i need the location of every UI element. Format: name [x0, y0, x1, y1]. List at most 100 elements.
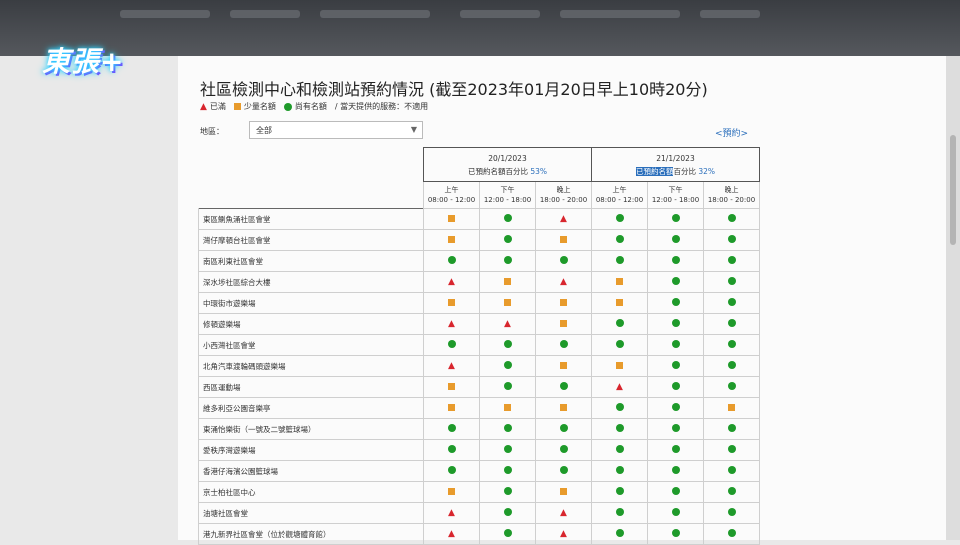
triangle-icon: ▲	[448, 319, 455, 329]
status-cell	[535, 481, 592, 503]
booking-link[interactable]: <預約>	[715, 126, 748, 139]
region-select[interactable]: 全部 ▼	[249, 121, 423, 139]
scrollbar[interactable]	[946, 56, 960, 540]
circle-icon	[503, 487, 512, 495]
status-cell	[703, 355, 760, 377]
circle-icon	[727, 277, 736, 285]
square-icon	[560, 487, 567, 495]
circle-icon	[559, 340, 568, 348]
table-row: 香港仔海濱公園籃球場	[198, 460, 760, 482]
status-cell	[703, 313, 760, 335]
center-name: 西區運動場	[198, 376, 424, 398]
triangle-icon: ▲	[616, 382, 623, 392]
center-name: 東涌怡樂街（一號及二號籃球場）	[198, 418, 424, 440]
circle-icon	[503, 424, 512, 432]
circle-icon	[671, 445, 680, 453]
broadcaster-watermark-logo: 東張+	[42, 45, 125, 78]
status-cell	[647, 292, 704, 314]
circle-icon	[447, 424, 456, 432]
status-cell	[591, 334, 648, 356]
status-cell	[591, 481, 648, 503]
square-icon	[448, 298, 455, 306]
square-icon	[233, 103, 241, 110]
circle-icon	[615, 529, 624, 537]
region-label: 地區：	[200, 127, 224, 136]
square-icon	[448, 214, 455, 222]
table-row: 愛秩序灣遊樂場	[198, 439, 760, 461]
circle-icon	[503, 235, 512, 243]
status-cell	[591, 502, 648, 524]
booked-pct: 53%	[530, 167, 548, 176]
circle-icon	[615, 319, 624, 327]
square-icon	[504, 298, 511, 306]
circle-icon	[671, 403, 680, 411]
circle-icon	[727, 361, 736, 369]
slot-period: 上午	[444, 186, 459, 194]
status-cell	[479, 229, 536, 251]
status-cell	[423, 292, 480, 314]
status-cell	[535, 250, 592, 272]
circle-icon	[615, 403, 624, 411]
blurred-tab	[560, 10, 680, 18]
booking-status-table: 20/1/2023 已預約名額百分比 53% 21/1/2023 已預約名額百分…	[198, 147, 760, 545]
circle-icon	[503, 361, 512, 369]
circle-icon	[727, 529, 736, 537]
circle-icon	[615, 256, 624, 264]
center-name: 灣仔摩頓台社區會堂	[198, 229, 424, 251]
status-cell: ▲	[479, 313, 536, 335]
center-name: 京士柏社區中心	[198, 481, 424, 503]
status-cell	[591, 355, 648, 377]
status-cell	[479, 523, 536, 545]
square-icon	[560, 235, 567, 243]
date-header-2: 21/1/2023 已預約名額百分比 32%	[591, 147, 760, 182]
circle-icon	[671, 424, 680, 432]
table-row: 東區鰂魚涌社區會堂 ▲	[198, 208, 760, 230]
status-cell	[647, 460, 704, 482]
circle-icon	[671, 256, 680, 264]
status-cell: ▲	[591, 376, 648, 398]
center-name: 東區鰂魚涌社區會堂	[198, 208, 424, 230]
status-cell	[423, 481, 480, 503]
circle-icon	[503, 382, 512, 390]
circle-icon	[727, 382, 736, 390]
status-cell	[703, 271, 760, 293]
circle-icon	[615, 445, 624, 453]
triangle-icon: ▲	[448, 361, 455, 371]
slot-period: 上午	[612, 186, 627, 194]
circle-icon	[283, 102, 292, 111]
blurred-tab	[230, 10, 300, 18]
status-cell	[647, 208, 704, 230]
legend-few-label: 少量名額	[243, 102, 276, 111]
legend-few: 少量名額	[233, 101, 276, 112]
status-cell	[703, 250, 760, 272]
status-cell	[479, 334, 536, 356]
square-icon	[560, 403, 567, 411]
legend-full-label: 已滿	[209, 102, 226, 111]
square-icon	[728, 403, 735, 411]
circle-icon	[727, 319, 736, 327]
legend: ▲ 已滿 少量名額 尚有名額 / 當天提供的服務：不適用	[200, 101, 428, 112]
slot-time: 08:00 - 12:00	[427, 196, 476, 204]
scrollbar-thumb[interactable]	[950, 135, 956, 245]
table-corner	[199, 148, 424, 209]
circle-icon	[671, 298, 680, 306]
status-cell	[591, 250, 648, 272]
status-cell	[479, 460, 536, 482]
date-label: 20/1/2023	[488, 154, 527, 163]
status-cell	[423, 439, 480, 461]
circle-icon	[615, 424, 624, 432]
slot-period: 下午	[500, 186, 515, 194]
status-cell	[479, 355, 536, 377]
status-cell	[423, 376, 480, 398]
status-cell	[703, 292, 760, 314]
circle-icon	[671, 382, 680, 390]
triangle-icon: ▲	[560, 277, 567, 287]
status-cell	[423, 334, 480, 356]
circle-icon	[503, 529, 512, 537]
circle-icon	[447, 466, 456, 474]
table-row: 西區運動場 ▲	[198, 376, 760, 398]
slot-header: 上午 08:00 - 12:00	[591, 181, 648, 209]
status-cell	[703, 229, 760, 251]
status-cell	[535, 355, 592, 377]
legend-na-label: / 當天提供的服務：不適用	[334, 102, 429, 111]
